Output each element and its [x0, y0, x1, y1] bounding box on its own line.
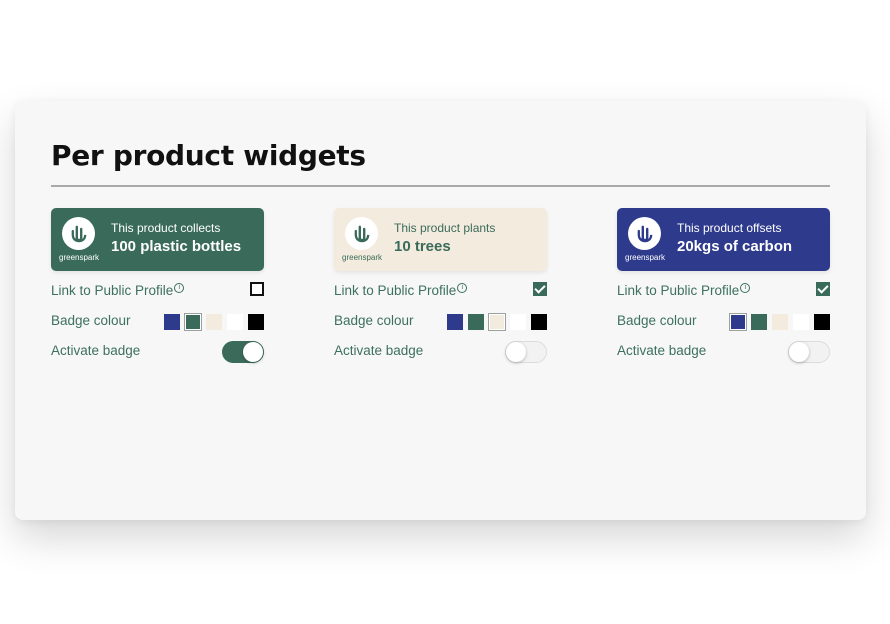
link-label: Link to Public Profile: [334, 283, 457, 298]
title-divider: [51, 185, 830, 187]
swatch-1[interactable]: [164, 314, 180, 330]
product-badge: greenspark This product collects 100 plast…: [51, 208, 264, 271]
badge-amount: 10 trees: [394, 238, 451, 255]
swatch-3[interactable]: [490, 315, 504, 329]
swatch-2[interactable]: [751, 314, 767, 330]
activate-label: Activate badge: [334, 343, 424, 358]
link-row: Link to Public Profile i: [51, 277, 264, 307]
colour-swatches: [447, 314, 547, 330]
toggle-knob: [506, 342, 526, 362]
logo-text: greenspark: [342, 253, 383, 262]
swatch-5[interactable]: [814, 314, 830, 330]
logo-text: greenspark: [625, 253, 666, 262]
activate-row: Activate badge: [334, 337, 547, 365]
product-badge: greenspark This product offsets 20kgs of c…: [617, 208, 830, 271]
colour-label: Badge colour: [334, 313, 414, 328]
widgets-panel: Per product widgets greenspark This produ…: [15, 101, 866, 520]
activate-row: Activate badge: [51, 337, 264, 365]
greenspark-logo-icon: [628, 217, 661, 250]
info-icon[interactable]: i: [174, 283, 185, 293]
colour-label: Badge colour: [617, 313, 697, 328]
link-checkbox[interactable]: [250, 282, 264, 296]
swatch-1[interactable]: [447, 314, 463, 330]
badge-caption: This product offsets: [677, 221, 782, 235]
widget-column-1: greenspark This product collects 100 plast…: [51, 208, 264, 365]
swatch-4[interactable]: [227, 314, 243, 330]
colour-swatches: [164, 314, 264, 330]
badge-caption: This product collects: [111, 221, 221, 235]
widget-column-2: greenspark This product plants 10 trees Lin…: [334, 208, 547, 365]
link-checkbox[interactable]: [533, 282, 547, 296]
badge-caption: This product plants: [394, 221, 496, 235]
activate-toggle[interactable]: [788, 341, 830, 363]
activate-label: Activate badge: [617, 343, 707, 358]
swatch-5[interactable]: [248, 314, 264, 330]
link-row: Link to Public Profile i: [617, 277, 830, 307]
swatch-1[interactable]: [731, 315, 745, 329]
swatch-3[interactable]: [772, 314, 788, 330]
toggle-knob: [789, 342, 809, 362]
colour-swatches: [730, 314, 830, 330]
swatch-3[interactable]: [206, 314, 222, 330]
activate-row: Activate badge: [617, 337, 830, 365]
colour-row: Badge colour: [51, 307, 264, 337]
logo-text: greenspark: [59, 253, 100, 262]
greenspark-logo-icon: [62, 217, 95, 250]
widget-column-3: greenspark This product offsets 20kgs of c…: [617, 208, 830, 365]
link-label: Link to Public Profile: [51, 283, 174, 298]
info-icon[interactable]: i: [457, 283, 468, 293]
activate-toggle[interactable]: [222, 341, 264, 363]
badge-amount: 100 plastic bottles: [111, 238, 242, 255]
colour-label: Badge colour: [51, 313, 131, 328]
link-checkbox[interactable]: [816, 282, 830, 296]
swatch-2[interactable]: [186, 315, 200, 329]
activate-label: Activate badge: [51, 343, 141, 358]
activate-toggle[interactable]: [505, 341, 547, 363]
info-icon[interactable]: i: [740, 283, 751, 293]
product-badge: greenspark This product plants 10 trees: [334, 208, 547, 271]
toggle-knob: [243, 342, 263, 362]
greenspark-logo-icon: [345, 217, 378, 250]
swatch-4[interactable]: [793, 314, 809, 330]
swatch-5[interactable]: [531, 314, 547, 330]
swatch-2[interactable]: [468, 314, 484, 330]
colour-row: Badge colour: [334, 307, 547, 337]
link-label: Link to Public Profile: [617, 283, 740, 298]
swatch-4[interactable]: [510, 314, 526, 330]
badge-amount: 20kgs of carbon: [677, 238, 793, 255]
colour-row: Badge colour: [617, 307, 830, 337]
link-row: Link to Public Profile i: [334, 277, 547, 307]
page-title: Per product widgets: [51, 139, 366, 172]
